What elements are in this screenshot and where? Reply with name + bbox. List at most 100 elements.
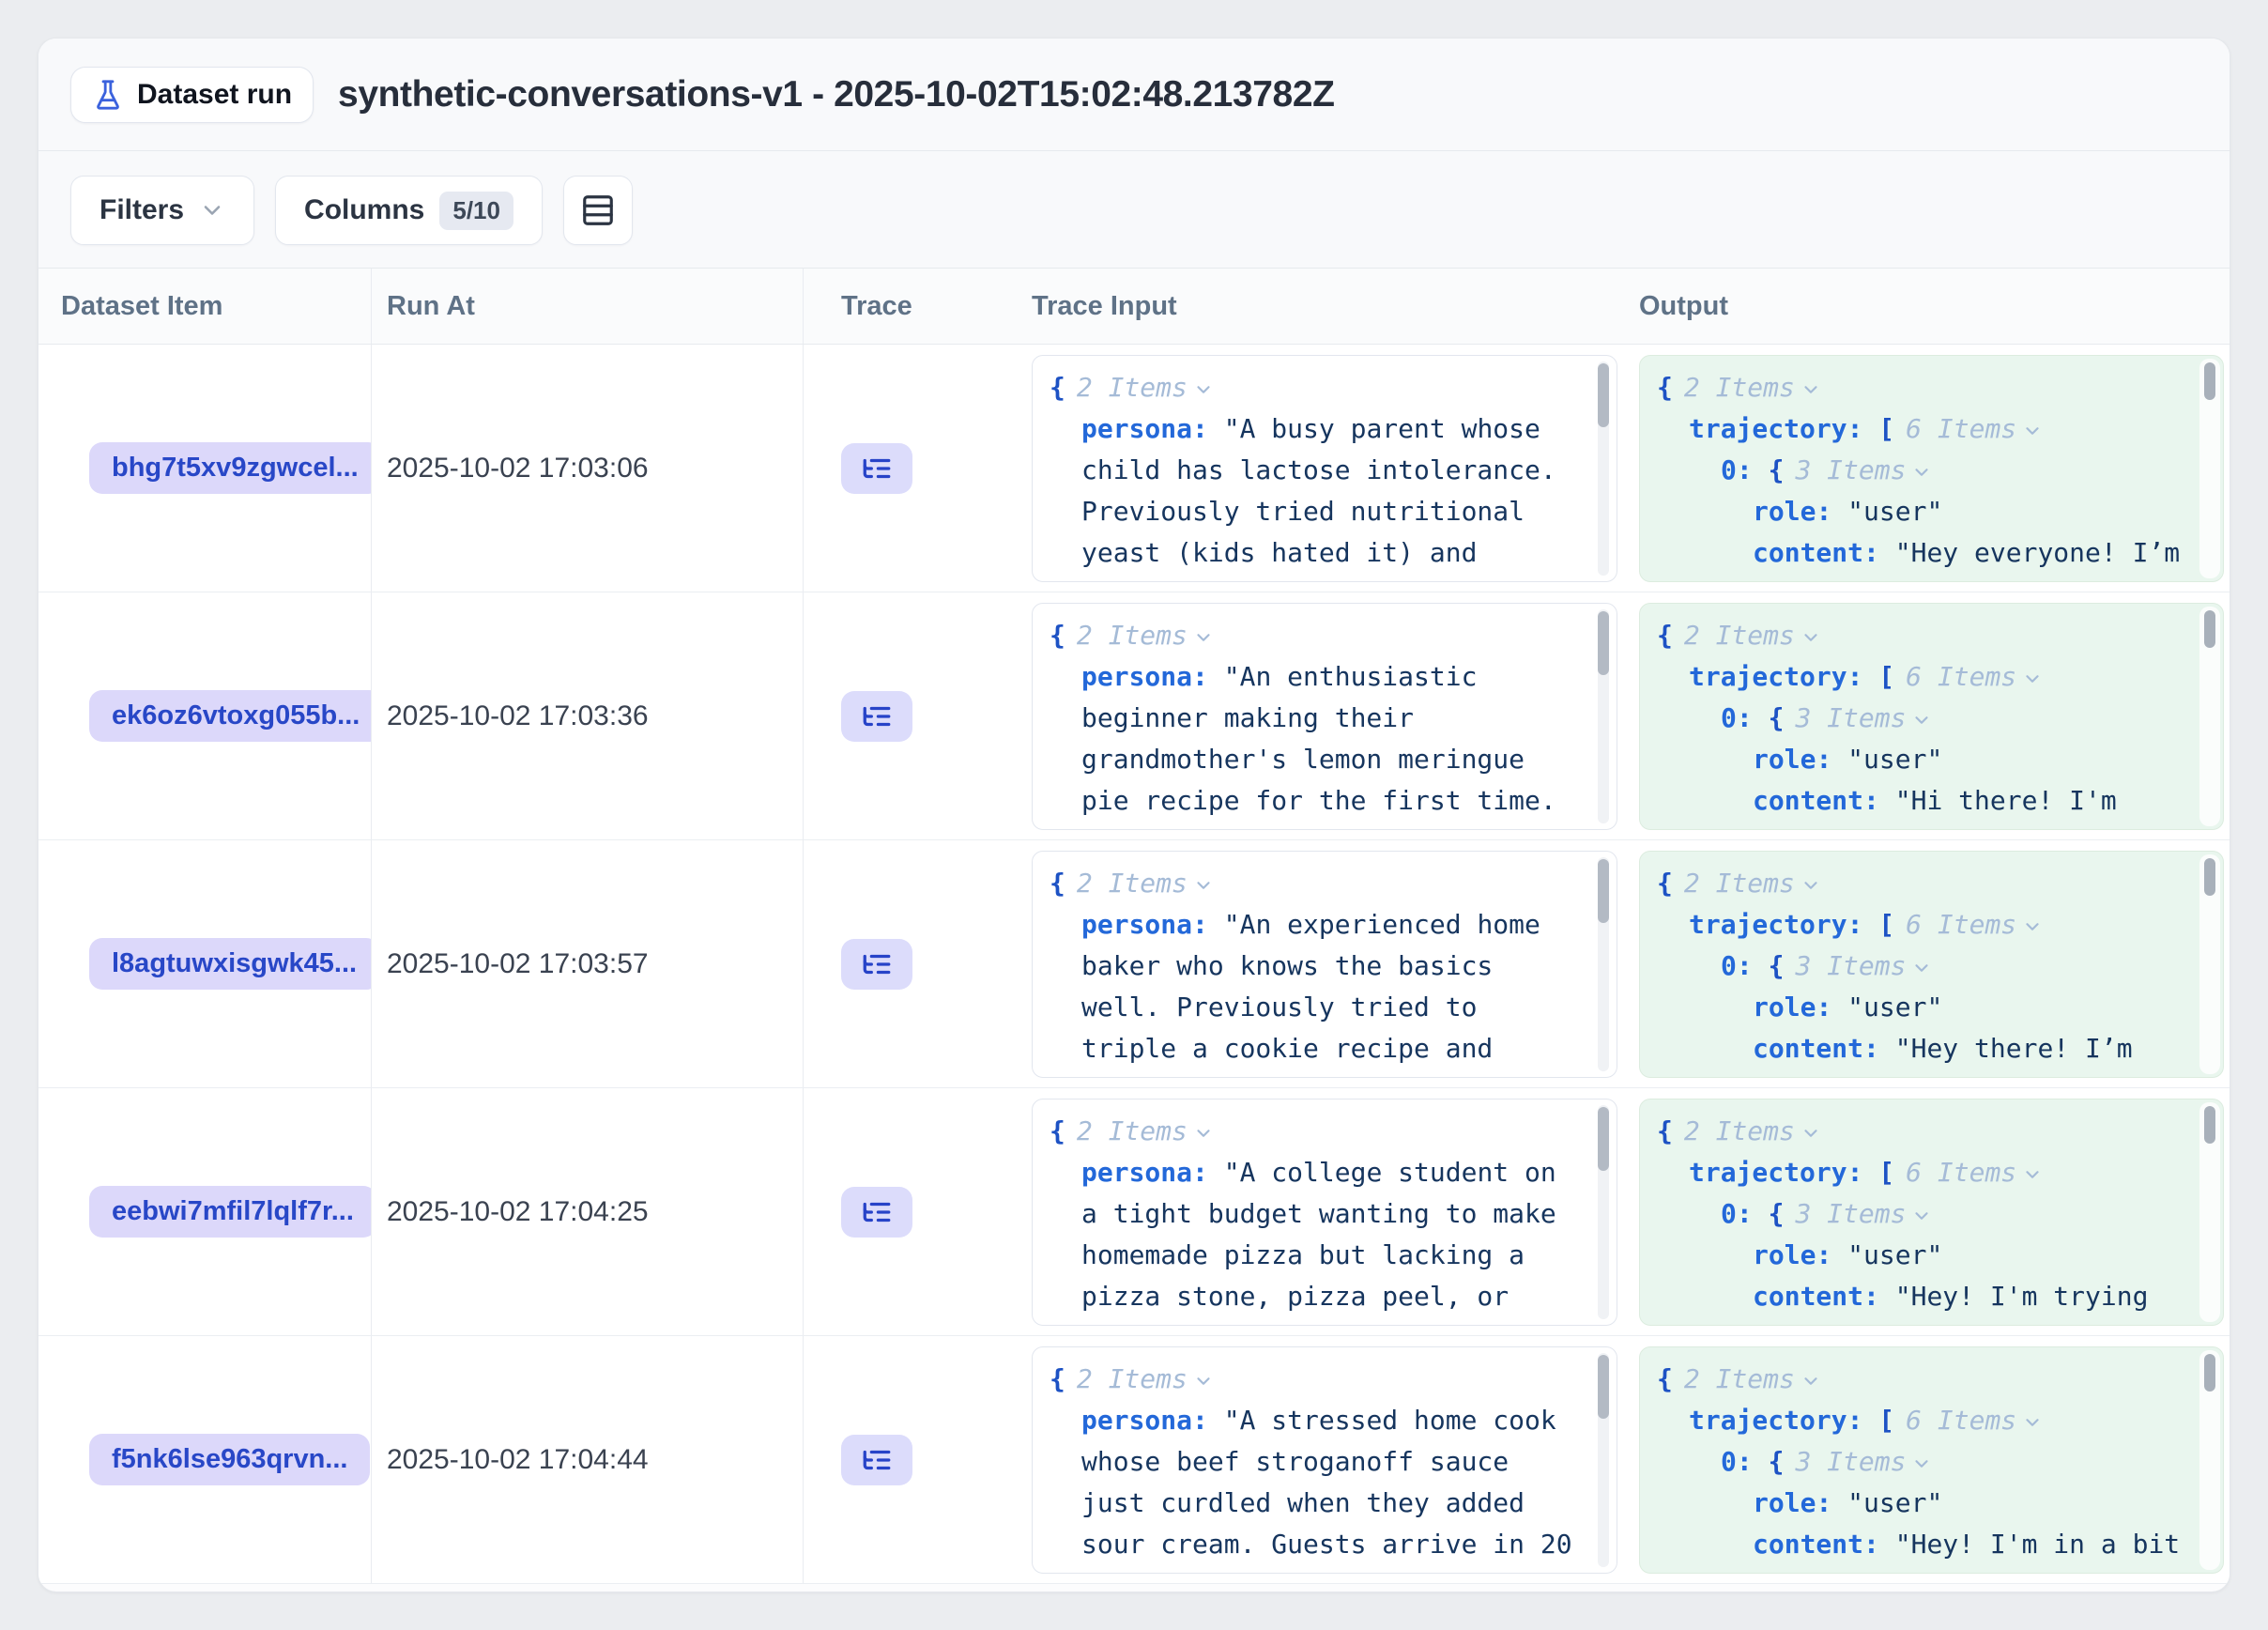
- row-height-button[interactable]: [563, 176, 633, 245]
- json-entry-content: content: "Hey everyone! I’m in a bit of …: [1753, 532, 2185, 582]
- dataset-item-badge[interactable]: eebwi7mfil7lqlf7r...: [89, 1186, 372, 1238]
- json-items-count[interactable]: 2 Items: [1684, 868, 1821, 899]
- dataset-run-badge[interactable]: Dataset run: [70, 67, 314, 123]
- trace-input-json[interactable]: {2 Items persona: "An experienced home b…: [1032, 851, 1617, 1078]
- json-root-line: {2 Items: [1657, 863, 2185, 904]
- json-entry-index: 0: {3 Items: [1721, 698, 2185, 739]
- columns-count-badge: 5/10: [439, 192, 513, 230]
- items-chevron-icon: [2022, 1164, 2043, 1185]
- list-tree-icon: [861, 1196, 893, 1228]
- json-entry-content: content: "Hey! I'm in a bit of a panic r…: [1753, 1524, 2185, 1574]
- json-entry-index: 0: {3 Items: [1721, 946, 2185, 987]
- trace-input-json[interactable]: {2 Items persona: "A busy parent whose c…: [1032, 355, 1617, 582]
- output-json[interactable]: {2 Items trajectory: [6 Items 0: {3 Item…: [1639, 851, 2224, 1078]
- scrollbar-thumb[interactable]: [1598, 1107, 1609, 1171]
- items-chevron-icon: [1801, 1123, 1821, 1144]
- table-header: Dataset Item Run At Trace Trace Input Ou…: [38, 268, 2230, 345]
- table-row: l8agtuwxisgwk45... 2025-10-02 17:03:57 {…: [38, 840, 2230, 1088]
- json-entry-index: 0: {3 Items: [1721, 1193, 2185, 1235]
- trace-input-json[interactable]: {2 Items persona: "A stressed home cook …: [1032, 1346, 1617, 1574]
- scrollbar-thumb[interactable]: [2204, 362, 2215, 400]
- json-items-count[interactable]: 2 Items: [1077, 1363, 1214, 1394]
- trace-button[interactable]: [841, 691, 912, 742]
- rows-icon: [580, 192, 616, 228]
- trace-button[interactable]: [841, 443, 912, 494]
- scrollbar-thumb[interactable]: [1598, 1355, 1609, 1419]
- json-items-count[interactable]: 2 Items: [1684, 620, 1821, 651]
- dataset-item-badge[interactable]: bhg7t5xv9zgwcel...: [89, 442, 372, 494]
- items-chevron-icon: [2022, 669, 2043, 689]
- output-json[interactable]: {2 Items trajectory: [6 Items 0: {3 Item…: [1639, 1346, 2224, 1574]
- json-items-count[interactable]: 2 Items: [1077, 1115, 1214, 1146]
- dataset-run-card: Dataset run synthetic-conversations-v1 -…: [38, 38, 2230, 1592]
- json-root-line: {2 Items: [1050, 1111, 1579, 1152]
- json-items-count[interactable]: 2 Items: [1077, 868, 1214, 899]
- json-entry-trajectory: trajectory: [6 Items: [1689, 1152, 2185, 1193]
- run-at-value: 2025-10-02 17:03:36: [387, 700, 649, 732]
- json-entry-persona: persona: "A stressed home cook whose bee…: [1081, 1400, 1579, 1574]
- columns-button[interactable]: Columns 5/10: [275, 176, 543, 245]
- items-chevron-icon: [1911, 710, 1932, 730]
- list-tree-icon: [861, 1444, 893, 1476]
- scrollbar-thumb[interactable]: [2204, 610, 2215, 648]
- run-at-value: 2025-10-02 17:03:57: [387, 948, 649, 980]
- table-row: bhg7t5xv9zgwcel... 2025-10-02 17:03:06 {…: [38, 345, 2230, 592]
- run-header: Dataset run synthetic-conversations-v1 -…: [38, 38, 2230, 151]
- dataset-item-badge[interactable]: ek6oz6vtoxg055b...: [89, 690, 372, 742]
- trace-button[interactable]: [841, 1435, 912, 1485]
- table-body: bhg7t5xv9zgwcel... 2025-10-02 17:03:06 {…: [38, 345, 2230, 1584]
- json-entry-content: content: "Hi there! I'm really excited b…: [1753, 780, 2185, 830]
- json-entry-trajectory: trajectory: [6 Items: [1689, 656, 2185, 698]
- scrollbar-thumb[interactable]: [2204, 1106, 2215, 1144]
- json-root-line: {2 Items: [1657, 367, 2185, 408]
- json-entry-role: role: "user": [1753, 1235, 2185, 1276]
- trace-input-json[interactable]: {2 Items persona: "A college student on …: [1032, 1099, 1617, 1326]
- dataset-run-badge-label: Dataset run: [137, 79, 292, 111]
- items-chevron-icon: [1801, 379, 1821, 400]
- list-tree-icon: [861, 948, 893, 980]
- json-items-count[interactable]: 6 Items: [1906, 909, 2043, 940]
- dataset-item-badge[interactable]: f5nk6lse963qrvn...: [89, 1434, 370, 1485]
- toolbar: Filters Columns 5/10: [38, 151, 2230, 268]
- json-items-count[interactable]: 3 Items: [1795, 454, 1932, 485]
- items-chevron-icon: [1911, 958, 1932, 978]
- json-root-line: {2 Items: [1050, 1359, 1579, 1400]
- json-items-count[interactable]: 6 Items: [1906, 1405, 2043, 1436]
- json-entry-persona: persona: "An experienced home baker who …: [1081, 904, 1579, 1078]
- json-entry-index: 0: {3 Items: [1721, 450, 2185, 491]
- json-items-count[interactable]: 2 Items: [1684, 1363, 1821, 1394]
- output-json[interactable]: {2 Items trajectory: [6 Items 0: {3 Item…: [1639, 1099, 2224, 1326]
- column-header-output: Output: [1634, 269, 2230, 344]
- json-items-count[interactable]: 3 Items: [1795, 1446, 1932, 1477]
- scrollbar-thumb[interactable]: [1598, 363, 1609, 427]
- json-items-count[interactable]: 2 Items: [1684, 372, 1821, 403]
- json-items-count[interactable]: 2 Items: [1077, 372, 1214, 403]
- page-title: synthetic-conversations-v1 - 2025-10-02T…: [338, 74, 1335, 115]
- output-json[interactable]: {2 Items trajectory: [6 Items 0: {3 Item…: [1639, 355, 2224, 582]
- trace-input-json[interactable]: {2 Items persona: "An enthusiastic begin…: [1032, 603, 1617, 830]
- items-chevron-icon: [2022, 1412, 2043, 1433]
- json-items-count[interactable]: 6 Items: [1906, 661, 2043, 692]
- json-entry-persona: persona: "A college student on a tight b…: [1081, 1152, 1579, 1326]
- scrollbar-thumb[interactable]: [1598, 611, 1609, 675]
- dataset-item-badge[interactable]: l8agtuwxisgwk45...: [89, 938, 372, 990]
- column-header-trace-input: Trace Input: [1024, 269, 1634, 344]
- trace-button[interactable]: [841, 939, 912, 990]
- items-chevron-icon: [1911, 462, 1932, 483]
- scrollbar-thumb[interactable]: [2204, 858, 2215, 896]
- json-items-count[interactable]: 2 Items: [1077, 620, 1214, 651]
- json-items-count[interactable]: 6 Items: [1906, 413, 2043, 444]
- json-entry-persona: persona: "A busy parent whose child has …: [1081, 408, 1579, 582]
- scrollbar-thumb[interactable]: [2204, 1354, 2215, 1392]
- json-items-count[interactable]: 6 Items: [1906, 1157, 2043, 1188]
- filters-button[interactable]: Filters: [70, 176, 254, 245]
- output-json[interactable]: {2 Items trajectory: [6 Items 0: {3 Item…: [1639, 603, 2224, 830]
- items-chevron-icon: [1193, 379, 1214, 400]
- json-items-count[interactable]: 3 Items: [1795, 1198, 1932, 1229]
- trace-button[interactable]: [841, 1187, 912, 1238]
- json-items-count[interactable]: 3 Items: [1795, 702, 1932, 733]
- json-items-count[interactable]: 2 Items: [1684, 1115, 1821, 1146]
- scrollbar-thumb[interactable]: [1598, 859, 1609, 923]
- items-chevron-icon: [1193, 1123, 1214, 1144]
- json-items-count[interactable]: 3 Items: [1795, 950, 1932, 981]
